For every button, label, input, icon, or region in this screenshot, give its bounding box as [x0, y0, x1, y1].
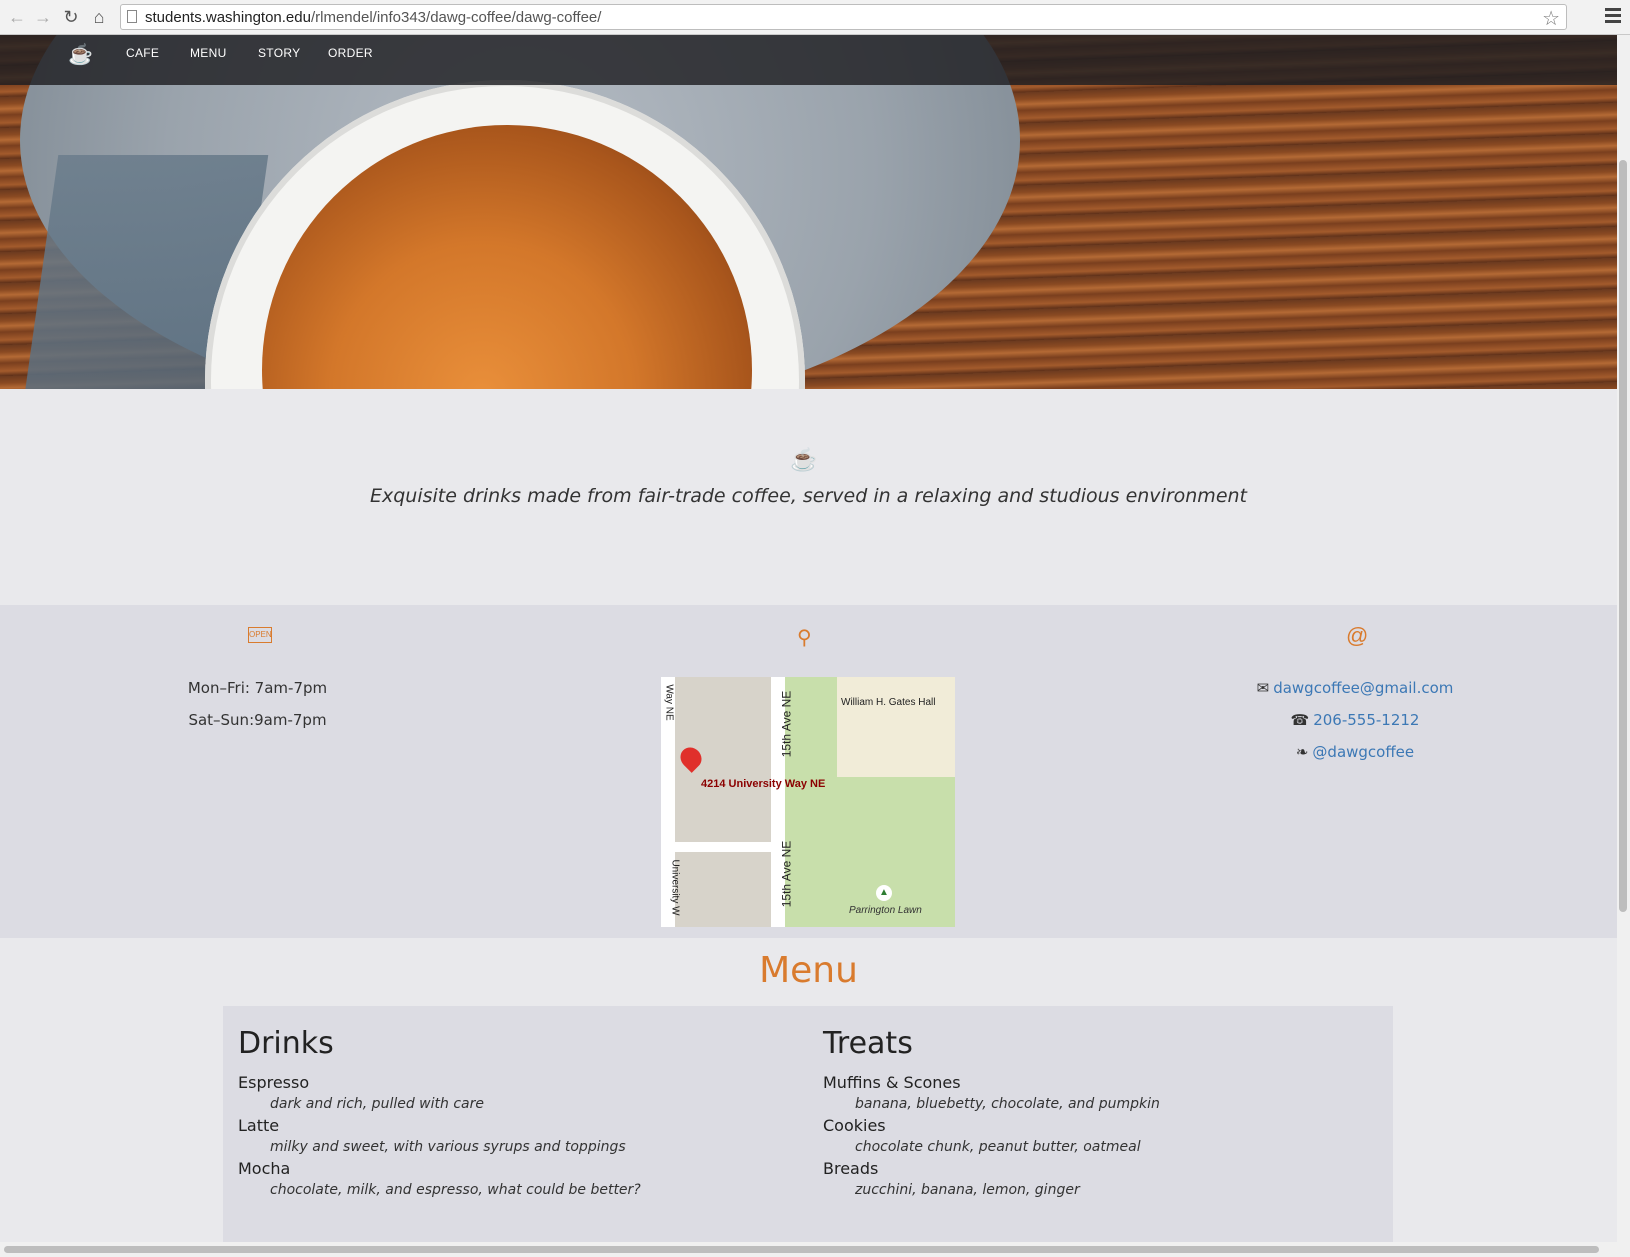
email-link[interactable]: dawgcoffee@gmail.com [1273, 679, 1453, 697]
menu-item-name: Muffins & Scones [823, 1073, 961, 1092]
menu-item-name: Espresso [238, 1073, 310, 1092]
nav-link-story[interactable]: STORY [258, 46, 300, 60]
menu-item-desc: zucchini, banana, lemon, ginger [855, 1182, 1080, 1198]
hours-weekend: Sat–Sun:9am-7pm [188, 711, 327, 729]
map-label-street: 15th Ave NE [779, 840, 794, 908]
scrollbar-thumb[interactable] [4, 1246, 1599, 1253]
hours-weekday: Mon–Fri: 7am-7pm [187, 679, 328, 697]
at-sign-icon: @ [1346, 623, 1369, 648]
site-navbar: ☕ CAFE MENU STORY ORDER [0, 35, 1617, 85]
horizontal-scrollbar[interactable] [0, 1242, 1617, 1257]
home-icon[interactable]: ⌂ [88, 6, 110, 28]
url-path: /rlmendel/info343/dawg-coffee/dawg-coffe… [310, 9, 602, 26]
forward-arrow-icon[interactable]: → [32, 6, 54, 28]
vertical-scrollbar[interactable] [1617, 35, 1630, 1257]
menu-item-name: Cookies [823, 1116, 886, 1135]
phone-link[interactable]: 206-555-1212 [1313, 711, 1419, 729]
map-building [837, 677, 955, 777]
treats-heading: Treats [823, 1026, 913, 1061]
reload-icon[interactable]: ↻ [60, 6, 82, 28]
menu-item-desc: chocolate, milk, and espresso, what coul… [270, 1182, 641, 1198]
phone-icon: ☎ [1290, 712, 1310, 729]
menu-item-name: Latte [238, 1116, 280, 1135]
map-road [661, 842, 785, 852]
twitter-link[interactable]: @dawgcoffee [1312, 743, 1414, 761]
envelope-icon: ✉ [1256, 680, 1270, 697]
menu-item-desc: chocolate chunk, peanut butter, oatmeal [855, 1139, 1141, 1155]
coffee-cup-icon[interactable]: ☕ [68, 42, 93, 67]
coffee-cup-icon: ☕ [790, 447, 818, 472]
hamburger-icon[interactable] [1605, 8, 1621, 26]
page-icon [127, 10, 137, 23]
intro-section: ☕ Exquisite drinks made from fair-trade … [0, 389, 1617, 605]
open-sign-icon: OPEN [248, 627, 272, 643]
url-text[interactable]: students.washington.edu/rlmendel/info343… [145, 9, 601, 26]
back-arrow-icon[interactable]: ← [6, 6, 28, 28]
menu-item-desc: dark and rich, pulled with care [270, 1096, 484, 1112]
twitter-icon: ❧ [1295, 744, 1309, 761]
nav-link-cafe[interactable]: CAFE [126, 46, 159, 60]
menu-item-name: Breads [823, 1159, 879, 1178]
menu-item-desc: milky and sweet, with various syrups and… [270, 1139, 626, 1155]
nav-link-menu[interactable]: MENU [190, 46, 227, 60]
scrollbar-thumb[interactable] [1619, 160, 1627, 912]
map-block [675, 852, 771, 927]
map-label-street: University W [669, 859, 681, 916]
address-bar[interactable]: students.washington.edu/rlmendel/info343… [120, 4, 1567, 30]
map-label-gates-hall: William H. Gates Hall [841, 697, 936, 708]
browser-toolbar: ← → ↻ ⌂ students.washington.edu/rlmendel… [0, 0, 1630, 35]
star-icon[interactable]: ☆ [1542, 6, 1560, 31]
map-address-label: 4214 University Way NE [701, 778, 826, 790]
map-label-street: Way NE [663, 684, 675, 721]
tagline: Exquisite drinks made from fair-trade co… [369, 485, 1247, 507]
contact-email: ✉ dawgcoffee@gmail.com [1230, 679, 1480, 697]
menu-item-desc: banana, bluebetty, chocolate, and pumpki… [855, 1096, 1160, 1112]
map-label-park: Parrington Lawn [849, 905, 922, 916]
url-host: students.washington.edu [145, 9, 311, 26]
menu-panel: Drinks Espresso dark and rich, pulled wi… [223, 1006, 1393, 1242]
contact-twitter: ❧ @dawgcoffee [1230, 743, 1480, 761]
contact-phone: ☎ 206-555-1212 [1230, 711, 1480, 729]
treats-column: Treats Muffins & Scones banana, bluebett… [823, 1026, 1383, 1198]
map-label-street: 15th Ave NE [779, 690, 794, 758]
location-map[interactable]: William H. Gates Hall 15th Ave NE 15th A… [661, 677, 955, 927]
menu-item-name: Mocha [238, 1159, 291, 1178]
menu-heading: Menu [759, 950, 858, 991]
nav-link-order[interactable]: ORDER [328, 46, 373, 60]
tree-icon: ▲ [876, 885, 892, 901]
map-pin-icon: ⚲ [797, 627, 812, 649]
hero-image [0, 35, 1617, 389]
drinks-heading: Drinks [238, 1026, 334, 1061]
drinks-column: Drinks Espresso dark and rich, pulled wi… [238, 1026, 798, 1198]
